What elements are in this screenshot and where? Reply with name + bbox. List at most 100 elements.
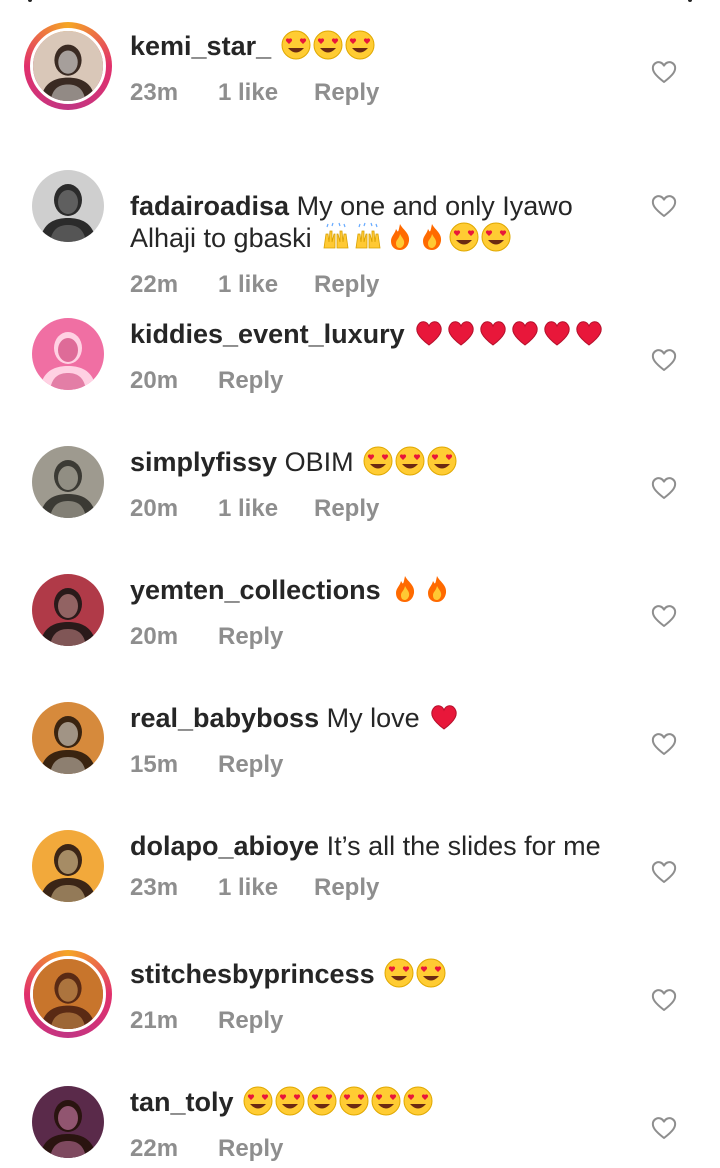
comment-username[interactable]: real_babyboss (130, 703, 319, 733)
comment-text-line: tan_toly (130, 1086, 610, 1123)
like-heart-icon[interactable] (650, 730, 678, 758)
fire-emoji-icon (422, 574, 452, 611)
heart-eyes-emoji-icon (243, 1086, 273, 1123)
comment-item: yemten_collections 20m Reply (0, 552, 720, 680)
reply-button[interactable]: Reply (314, 79, 379, 107)
comment-username[interactable]: fadairoadisa (130, 191, 289, 221)
comment-body: kiddies_event_luxury 20m Reply (130, 318, 610, 395)
comment-body: kemi_star_ 23m 1 like Reply (130, 30, 610, 107)
comment-item: fadairoadisa My one and only Iyawo Alhaji… (0, 168, 720, 299)
comment-meta: 20m Reply (130, 367, 610, 395)
top-divider-fragment (688, 0, 692, 2)
avatar-story-ring[interactable] (24, 950, 112, 1038)
like-heart-icon[interactable] (650, 192, 678, 220)
red-heart-emoji-icon (429, 702, 459, 739)
comment-meta: 15m Reply (130, 751, 610, 779)
avatar[interactable] (32, 830, 104, 902)
avatar-image (32, 1086, 104, 1158)
comment-item: kiddies_event_luxury 20m Reply (0, 296, 720, 424)
comment-text: My one and only Iyawo (296, 191, 573, 221)
avatar-image (32, 830, 104, 902)
reply-button[interactable]: Reply (314, 874, 379, 902)
like-heart-icon[interactable] (650, 986, 678, 1014)
comment-like-count[interactable]: 1 like (218, 874, 314, 902)
heart-eyes-emoji-icon (449, 222, 479, 259)
comment-username[interactable]: yemten_collections (130, 575, 381, 605)
comment-meta: 22m 1 like Reply (130, 271, 610, 299)
like-heart-icon[interactable] (650, 602, 678, 630)
avatar[interactable] (32, 318, 104, 390)
comment-timestamp: 22m (130, 1135, 179, 1162)
like-heart-icon[interactable] (650, 858, 678, 886)
comment-text: It’s all the slides for me (326, 831, 601, 861)
red-heart-emoji-icon (510, 318, 540, 355)
like-heart-icon[interactable] (650, 474, 678, 502)
comment-timestamp: 15m (130, 751, 179, 778)
heart-eyes-emoji-icon (371, 1086, 401, 1123)
heart-eyes-emoji-icon (427, 446, 457, 483)
comment-meta: 20m Reply (130, 623, 610, 651)
comment-timestamp: 22m (130, 271, 179, 298)
comment-timestamp: 20m (130, 623, 179, 650)
comment-text-line: fadairoadisa My one and only Iyawo Alhaji… (130, 190, 610, 259)
comment-username[interactable]: dolapo_abioye (130, 831, 319, 861)
comment-timestamp: 23m (130, 874, 179, 901)
comment-username[interactable]: tan_toly (130, 1087, 234, 1117)
comment-timestamp: 20m (130, 367, 179, 394)
comment-timestamp: 20m (130, 495, 179, 522)
raised-hands-emoji-icon (321, 222, 351, 259)
comment-meta: 20m 1 like Reply (130, 495, 610, 523)
comment-text-line: kiddies_event_luxury (130, 318, 610, 355)
avatar-story-ring[interactable] (24, 22, 112, 110)
like-heart-icon[interactable] (650, 58, 678, 86)
comment-meta: 21m Reply (130, 1007, 610, 1035)
red-heart-emoji-icon (478, 318, 508, 355)
heart-eyes-emoji-icon (275, 1086, 305, 1123)
reply-button[interactable]: Reply (314, 271, 379, 299)
reply-button[interactable]: Reply (314, 495, 379, 523)
avatar[interactable] (32, 446, 104, 518)
heart-eyes-emoji-icon (481, 222, 511, 259)
red-heart-emoji-icon (542, 318, 572, 355)
comment-meta: 23m 1 like Reply (130, 79, 610, 107)
avatar-image (30, 28, 106, 104)
red-heart-emoji-icon (574, 318, 604, 355)
comment-text-continued: Alhaji to gbaski (130, 223, 312, 253)
comment-text-line: dolapo_abioye It’s all the slides for me (130, 830, 610, 862)
reply-button[interactable]: Reply (218, 751, 283, 779)
raised-hands-emoji-icon (353, 222, 383, 259)
comment-text-line: simplyfissy OBIM (130, 446, 610, 483)
heart-eyes-emoji-icon (403, 1086, 433, 1123)
like-heart-icon[interactable] (650, 346, 678, 374)
avatar-image (30, 956, 106, 1032)
fire-emoji-icon (390, 574, 420, 611)
avatar[interactable] (32, 574, 104, 646)
comment-username[interactable]: kiddies_event_luxury (130, 319, 405, 349)
reply-button[interactable]: Reply (218, 1135, 283, 1163)
comment-like-count[interactable]: 1 like (218, 271, 314, 299)
comment-like-count[interactable]: 1 like (218, 79, 314, 107)
comment-item: tan_toly 22m Reply (0, 1064, 720, 1168)
comment-like-count[interactable]: 1 like (218, 495, 314, 523)
fire-emoji-icon (385, 222, 415, 259)
reply-button[interactable]: Reply (218, 1007, 283, 1035)
reply-button[interactable]: Reply (218, 623, 283, 651)
avatar[interactable] (32, 702, 104, 774)
comment-text-line: stitchesbyprincess (130, 958, 610, 995)
comment-text-line: kemi_star_ (130, 30, 610, 67)
heart-eyes-emoji-icon (384, 958, 414, 995)
avatar[interactable] (32, 170, 104, 242)
comment-meta: 22m Reply (130, 1135, 610, 1163)
heart-eyes-emoji-icon (307, 1086, 337, 1123)
red-heart-emoji-icon (446, 318, 476, 355)
comment-username[interactable]: stitchesbyprincess (130, 959, 375, 989)
avatar-image (32, 574, 104, 646)
comment-username[interactable]: simplyfissy (130, 447, 277, 477)
like-heart-icon[interactable] (650, 1114, 678, 1142)
heart-eyes-emoji-icon (281, 30, 311, 67)
avatar[interactable] (32, 1086, 104, 1158)
avatar-image (32, 170, 104, 242)
comment-username[interactable]: kemi_star_ (130, 31, 271, 61)
comment-body: stitchesbyprincess 21m Reply (130, 958, 610, 1035)
reply-button[interactable]: Reply (218, 367, 283, 395)
